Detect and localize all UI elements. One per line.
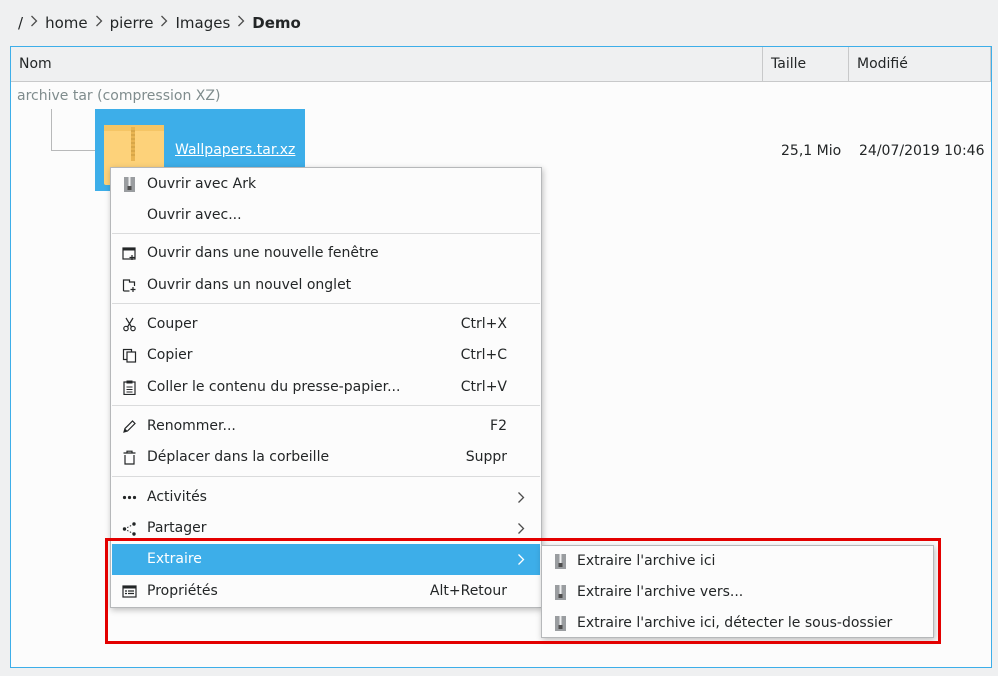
column-modified-label: Modifié	[857, 56, 908, 72]
chevron-right-icon	[518, 523, 525, 534]
menu-item-label: Ouvrir dans un nouvel onglet	[147, 277, 352, 293]
breadcrumb-home[interactable]: home	[45, 14, 88, 32]
menu-separator	[112, 233, 540, 234]
file-size: 25,1 Mio	[781, 143, 842, 159]
tree-line	[51, 150, 95, 151]
file-name: Wallpapers.tar.xz	[175, 142, 296, 158]
pencil-icon	[123, 420, 136, 433]
menu-item-shortcut: Ctrl+C	[460, 347, 507, 363]
activities-icon	[122, 495, 137, 500]
breadcrumb-images[interactable]: Images	[175, 14, 230, 32]
scissors-icon	[123, 317, 136, 332]
chevron-right-icon	[230, 15, 252, 31]
menu-item-copy[interactable]: Copier Ctrl+C	[112, 340, 540, 371]
menu-item-label: Ouvrir dans une nouvelle fenêtre	[147, 245, 379, 261]
menu-item-shortcut: Suppr	[465, 449, 507, 465]
menu-item-open-with[interactable]: Ouvrir avec...	[112, 200, 540, 231]
menu-item-label: Copier	[147, 347, 193, 363]
menu-item-open-new-window[interactable]: Ouvrir dans une nouvelle fenêtre	[112, 238, 540, 269]
column-modified[interactable]: Modifié	[849, 47, 991, 81]
window-new-icon	[122, 247, 136, 260]
menu-item-label: Ouvrir avec Ark	[147, 176, 257, 192]
menu-item-label: Coller le contenu du presse-papier...	[147, 379, 401, 395]
menu-separator	[112, 476, 540, 477]
menu-item-label: Couper	[147, 316, 198, 332]
menu-item-open-new-tab[interactable]: Ouvrir dans un nouvel onglet	[112, 270, 540, 301]
share-icon	[122, 522, 136, 536]
menu-item-label: Ouvrir avec...	[147, 207, 242, 223]
clipboard-icon	[123, 380, 136, 395]
menu-item-activities[interactable]: Activités	[112, 482, 540, 513]
menu-item-trash[interactable]: Déplacer dans la corbeille Suppr	[112, 442, 540, 473]
chevron-right-icon	[88, 15, 110, 31]
column-size-label: Taille	[771, 56, 807, 72]
menu-item-shortcut: F2	[490, 418, 507, 434]
menu-separator	[112, 303, 540, 304]
column-size[interactable]: Taille	[763, 47, 849, 81]
tab-new-icon	[122, 279, 136, 292]
menu-item-label: Renommer...	[147, 418, 236, 434]
menu-item-label: Activités	[147, 489, 207, 505]
menu-item-shortcut: Ctrl+X	[460, 316, 507, 332]
chevron-right-icon	[23, 15, 45, 31]
tree-line	[51, 109, 52, 151]
column-header: Nom Taille Modifié	[11, 47, 991, 82]
menu-separator	[112, 405, 540, 406]
chevron-right-icon	[518, 492, 525, 503]
file-modified: 24/07/2019 10:46	[859, 143, 985, 159]
highlight-box	[105, 538, 941, 644]
column-name[interactable]: Nom	[11, 47, 763, 81]
menu-item-paste[interactable]: Coller le contenu du presse-papier... Ct…	[112, 372, 540, 403]
menu-item-label: Déplacer dans la corbeille	[147, 449, 330, 465]
menu-item-shortcut: Ctrl+V	[460, 379, 507, 395]
chevron-right-icon	[153, 15, 175, 31]
menu-item-open-with-ark[interactable]: Ouvrir avec Ark	[112, 169, 540, 200]
trash-icon	[123, 450, 136, 465]
copy-icon	[122, 348, 137, 363]
column-name-label: Nom	[19, 56, 52, 72]
group-label: archive tar (compression XZ)	[17, 88, 221, 104]
menu-item-cut[interactable]: Couper Ctrl+X	[112, 309, 540, 340]
breadcrumb-pierre[interactable]: pierre	[110, 14, 154, 32]
archive-zipper-icon	[124, 177, 135, 192]
breadcrumb-current[interactable]: Demo	[252, 14, 301, 32]
breadcrumb: / home pierre Images Demo	[0, 0, 998, 46]
menu-item-rename[interactable]: Renommer... F2	[112, 411, 540, 442]
